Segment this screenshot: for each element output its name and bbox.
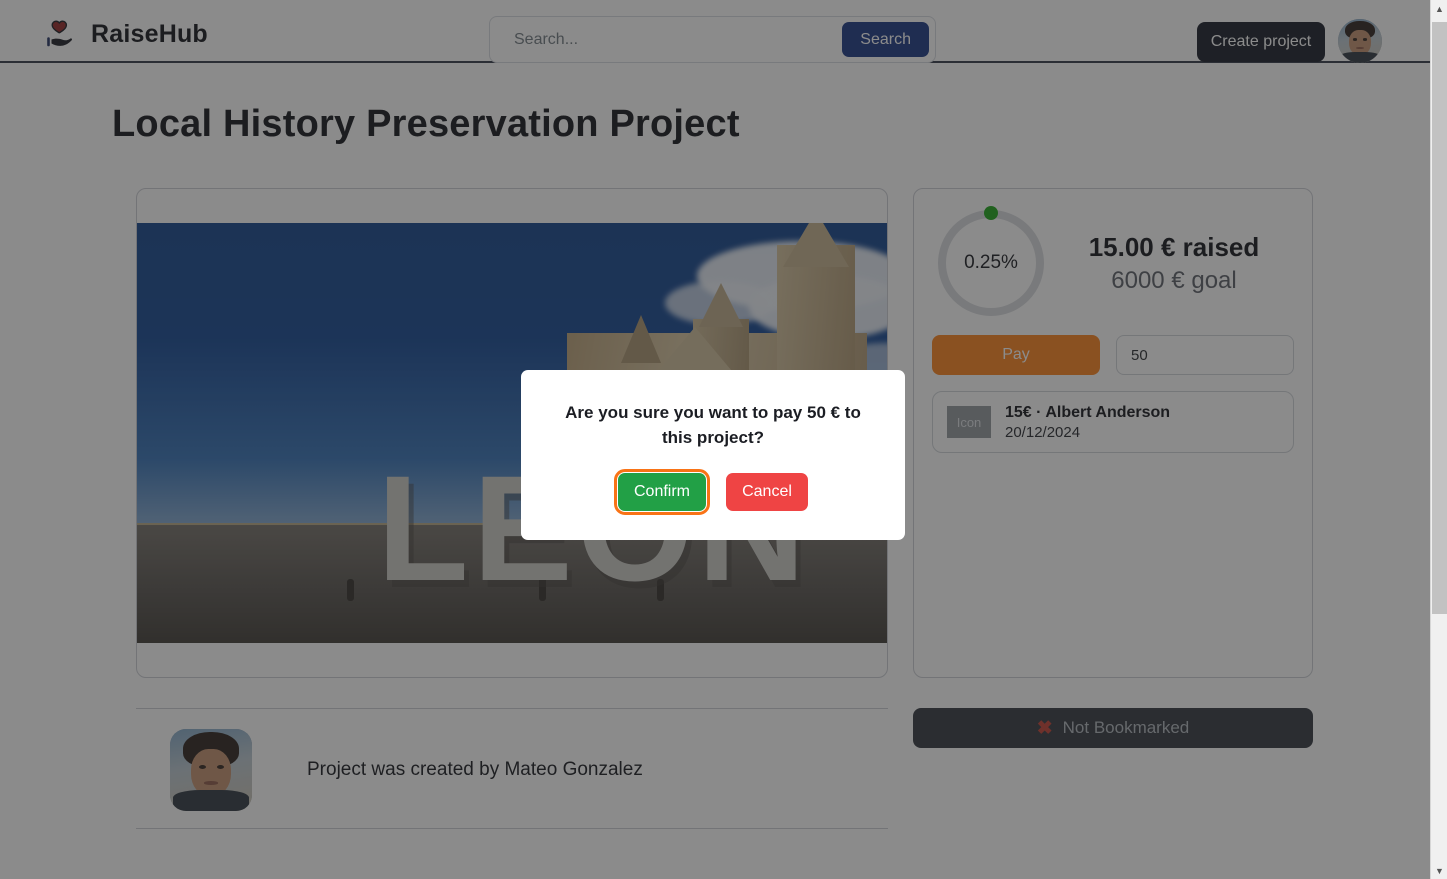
confirm-payment-dialog: Are you sure you want to pay 50 € to thi… bbox=[521, 370, 905, 540]
page-root: RaiseHub Search Create project Local His… bbox=[0, 0, 1430, 879]
vertical-scrollbar[interactable]: ▲ ▼ bbox=[1430, 0, 1447, 879]
scroll-up-arrow-icon[interactable]: ▲ bbox=[1431, 0, 1447, 17]
cancel-button[interactable]: Cancel bbox=[726, 472, 808, 511]
scrollbar-thumb[interactable] bbox=[1432, 22, 1447, 614]
dialog-message: Are you sure you want to pay 50 € to thi… bbox=[565, 402, 861, 448]
confirm-button[interactable]: Confirm bbox=[614, 468, 710, 515]
dialog-actions: Confirm Cancel bbox=[614, 468, 808, 515]
browser-viewport: RaiseHub Search Create project Local His… bbox=[0, 0, 1447, 879]
scroll-down-arrow-icon[interactable]: ▼ bbox=[1431, 862, 1447, 879]
